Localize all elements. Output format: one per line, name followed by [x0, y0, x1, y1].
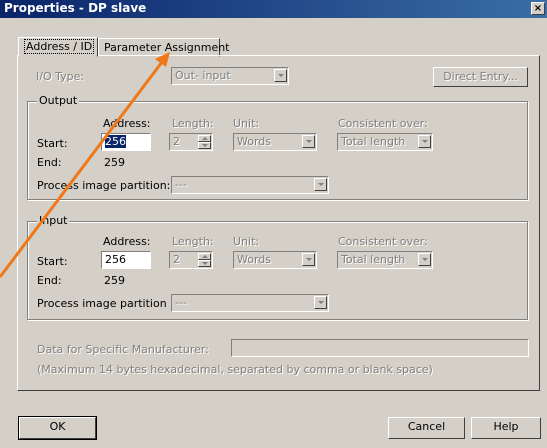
annotation-arrow-icon [0, 52, 170, 278]
tab-address-id[interactable]: Address / ID [18, 37, 98, 57]
tab-address-id-label: Address / ID [24, 39, 95, 54]
annotation-arrow-head [155, 52, 170, 67]
annotation-arrow-line [0, 61, 164, 278]
